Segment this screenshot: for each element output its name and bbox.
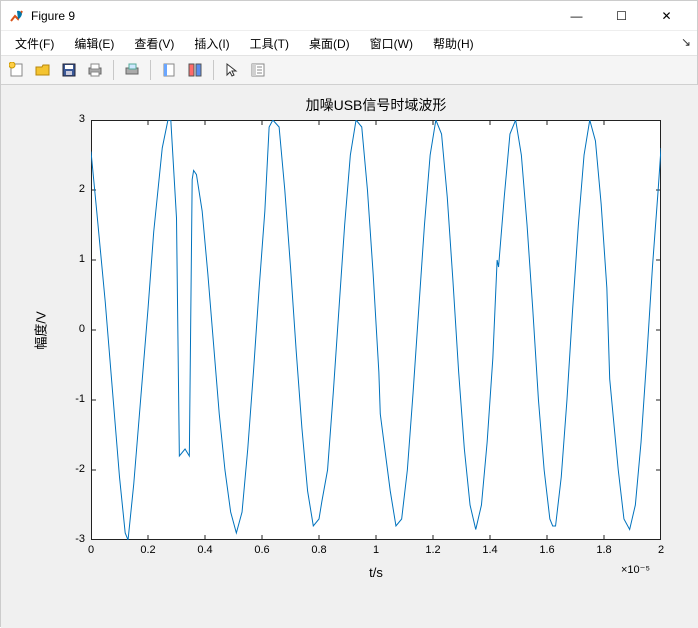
close-button[interactable]: ✕ [644,2,689,30]
y-tick-label: -2 [55,463,85,475]
y-tick-label: -1 [55,393,85,405]
chart-title: 加噪USB信号时域波形 [91,95,661,115]
menu-insert[interactable]: 插入(I) [184,32,239,55]
x-tick-label: 1.2 [423,544,443,556]
menu-file[interactable]: 文件(F) [5,32,64,55]
menu-edit[interactable]: 编辑(E) [64,32,124,55]
pointer-button[interactable] [220,58,244,82]
matlab-icon [9,8,25,24]
x-tick-label: 0 [81,544,101,556]
x-tick-label: 0.2 [138,544,158,556]
save-button[interactable] [57,58,81,82]
x-tick-label: 1.6 [537,544,557,556]
menu-view[interactable]: 查看(V) [124,32,184,55]
link-button[interactable] [157,58,181,82]
toolbar-separator [213,60,214,80]
x-tick-label: 0.8 [309,544,329,556]
y-axis-label: 幅度/V [31,120,49,540]
y-tick-label: 1 [55,253,85,265]
y-tick-label: 0 [55,323,85,335]
colorbar-button[interactable] [183,58,207,82]
x-tick-label: 0.4 [195,544,215,556]
print-preview-button[interactable] [120,58,144,82]
chart-line [91,120,661,540]
toolbar-separator [150,60,151,80]
x-axis-label: t/s [91,565,661,580]
title-bar: Figure 9 — ☐ ✕ [1,1,697,31]
x-tick-label: 1.8 [594,544,614,556]
menu-window[interactable]: 窗口(W) [360,32,423,55]
x-tick-label: 2 [651,544,671,556]
window-title: Figure 9 [31,9,554,23]
menu-bar: 文件(F) 编辑(E) 查看(V) 插入(I) 工具(T) 桌面(D) 窗口(W… [1,31,697,55]
open-button[interactable] [31,58,55,82]
menu-tools[interactable]: 工具(T) [240,32,299,55]
plot-area: 加噪USB信号时域波形 幅度/V -3-2-10123 00.20.40.60.… [1,85,698,628]
y-tick-label: 2 [55,183,85,195]
new-figure-button[interactable] [5,58,29,82]
y-tick-label: 3 [55,113,85,125]
x-exponent-label: ×10⁻⁵ [621,563,650,576]
toolbar [1,55,697,85]
toolbar-separator [113,60,114,80]
dock-arrow-icon[interactable]: ↘ [681,35,691,49]
menu-desktop[interactable]: 桌面(D) [299,32,360,55]
properties-button[interactable] [246,58,270,82]
maximize-button[interactable]: ☐ [599,2,644,30]
x-tick-label: 1 [366,544,386,556]
x-tick-label: 0.6 [252,544,272,556]
menu-help[interactable]: 帮助(H) [423,32,484,55]
window-controls: — ☐ ✕ [554,2,689,30]
print-button[interactable] [83,58,107,82]
minimize-button[interactable]: — [554,2,599,30]
x-tick-label: 1.4 [480,544,500,556]
